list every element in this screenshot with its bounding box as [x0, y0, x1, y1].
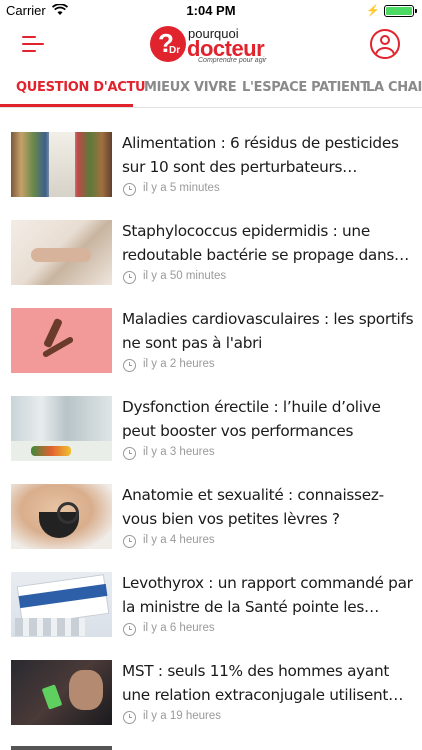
clock-icon	[123, 447, 136, 460]
article-thumbnail	[11, 660, 112, 725]
article-title[interactable]: Maladies cardiovasculaires : les sportif…	[122, 307, 414, 355]
article-time-label: il y a 5 minutes	[143, 182, 220, 194]
article-title[interactable]: Anatomie et sexualité : connaissez-vous …	[122, 483, 414, 531]
clock-icon	[123, 623, 136, 636]
clock-icon	[123, 183, 136, 196]
article-time-label: il y a 6 heures	[143, 622, 215, 634]
user-icon	[380, 35, 390, 45]
clock-icon	[123, 711, 136, 724]
next-article-thumbnail-peek	[11, 746, 112, 750]
pourquoi-docteur-logo[interactable]: ? Dr pourquoi docteur Comprendre pour ag…	[150, 24, 280, 68]
article-list: Alimentation : 6 résidus de pesticides s…	[0, 118, 422, 734]
logo-mark: ? Dr	[150, 26, 186, 62]
article-item[interactable]: Dysfonction érectile : l’huile d’olive p…	[0, 382, 422, 470]
article-title[interactable]: Staphylococcus epidermidis : une redouta…	[122, 219, 414, 267]
article-time-label: il y a 3 heures	[143, 446, 215, 458]
article-time-label: il y a 50 minutes	[143, 270, 227, 282]
article-thumbnail	[11, 308, 112, 373]
article-title[interactable]: Alimentation : 6 résidus de pesticides s…	[122, 131, 414, 179]
article-thumbnail	[11, 572, 112, 637]
article-item[interactable]: Alimentation : 6 résidus de pesticides s…	[0, 118, 422, 206]
clock-icon	[123, 271, 136, 284]
hamburger-menu-button[interactable]	[22, 32, 44, 56]
status-bar: Carrier 1:04 PM ⚡	[0, 0, 422, 22]
article-title[interactable]: Dysfonction érectile : l’huile d’olive p…	[122, 395, 414, 443]
tab-la-chaine[interactable]: LA CHAIN	[366, 80, 422, 95]
article-thumbnail	[11, 132, 112, 197]
article-thumbnail	[11, 220, 112, 285]
user-profile-button[interactable]	[370, 29, 400, 59]
article-title[interactable]: Levothyrox : un rapport commandé par la …	[122, 571, 414, 619]
tab-mieux-vivre[interactable]: MIEUX VIVRE	[144, 80, 237, 95]
clock-icon	[123, 359, 136, 372]
article-item[interactable]: Maladies cardiovasculaires : les sportif…	[0, 294, 422, 382]
tab-espace-patient[interactable]: L'ESPACE PATIENT	[242, 80, 369, 95]
category-tabs: QUESTION D'ACTU MIEUX VIVRE L'ESPACE PAT…	[0, 70, 422, 108]
tab-question-dactu[interactable]: QUESTION D'ACTU	[16, 80, 146, 95]
article-item[interactable]: MST : seuls 11% des hommes ayant une rel…	[0, 646, 422, 734]
charging-icon: ⚡	[366, 5, 380, 17]
article-item[interactable]: Levothyrox : un rapport commandé par la …	[0, 558, 422, 646]
article-title[interactable]: MST : seuls 11% des hommes ayant une rel…	[122, 659, 414, 707]
clock-icon	[123, 535, 136, 548]
logo-slogan: Comprendre pour agir	[198, 57, 267, 64]
article-item[interactable]: Staphylococcus epidermidis : une redouta…	[0, 206, 422, 294]
battery-icon	[384, 5, 417, 17]
clock-time: 1:04 PM	[186, 3, 236, 18]
article-thumbnail	[11, 396, 112, 461]
article-time-label: il y a 4 heures	[143, 534, 215, 546]
app-header: ? Dr pourquoi docteur Comprendre pour ag…	[0, 22, 422, 70]
article-time-label: il y a 19 heures	[143, 710, 221, 722]
article-item[interactable]: Anatomie et sexualité : connaissez-vous …	[0, 470, 422, 558]
active-tab-indicator	[0, 104, 133, 107]
article-thumbnail	[11, 484, 112, 549]
article-time-label: il y a 2 heures	[143, 358, 215, 370]
